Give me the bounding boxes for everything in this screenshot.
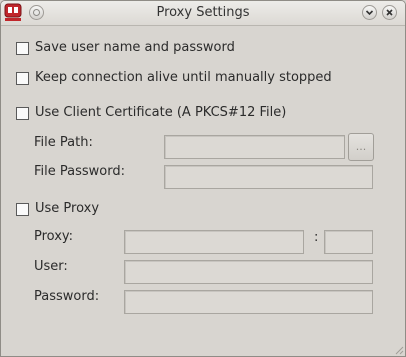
resize-grip-icon[interactable] [392,343,404,355]
browse-file-button[interactable]: ... [348,133,374,161]
window-title: Proxy Settings [156,5,250,20]
save-credentials-label[interactable]: Save user name and password [35,40,235,55]
file-password-label: File Password: [34,164,125,179]
proxy-host-label: Proxy: [34,229,74,244]
chevron-down-icon [365,10,374,16]
proxy-user-input[interactable] [124,260,373,284]
close-button[interactable] [382,5,397,20]
use-proxy-label[interactable]: Use Proxy [35,201,99,216]
save-credentials-checkbox[interactable] [16,42,29,55]
use-proxy-checkbox[interactable] [16,203,29,216]
use-client-cert-checkbox[interactable] [16,107,29,120]
file-path-label: File Path: [34,135,93,150]
proxy-password-label: Password: [34,289,100,304]
close-icon [386,9,393,16]
proxy-user-label: User: [34,259,68,274]
proxy-port-input[interactable] [324,230,373,254]
use-client-cert-label[interactable]: Use Client Certificate (A PKCS#12 File) [35,105,286,120]
title-bar[interactable]: Proxy Settings [1,1,405,26]
file-path-input[interactable] [164,135,345,159]
proxy-host-input[interactable] [124,230,304,254]
minimize-button[interactable] [362,5,377,20]
keep-alive-label[interactable]: Keep connection alive until manually sto… [35,70,332,85]
proxy-settings-window: Proxy Settings Save user name and passwo… [0,0,406,357]
port-separator: : [314,230,319,245]
file-password-input[interactable] [164,165,373,189]
keep-alive-checkbox[interactable] [16,72,29,85]
proxy-password-input[interactable] [124,290,373,314]
